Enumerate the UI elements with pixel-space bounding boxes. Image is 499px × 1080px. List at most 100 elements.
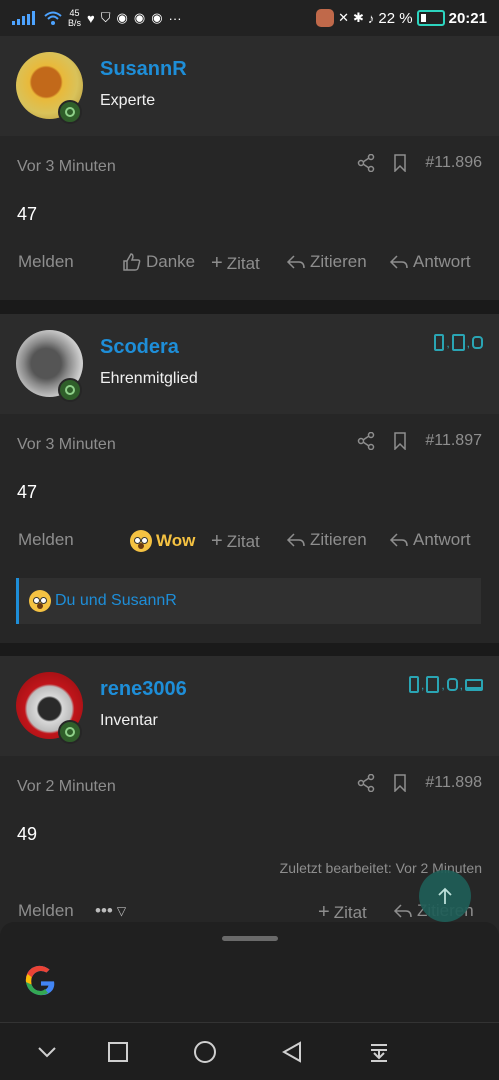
share-icon[interactable] bbox=[357, 774, 375, 792]
google-icon[interactable] bbox=[24, 964, 58, 998]
chrome-icon: ◉ bbox=[116, 10, 128, 25]
post-time[interactable]: Vor 3 Minuten bbox=[17, 436, 116, 454]
report-button[interactable]: Melden bbox=[18, 530, 74, 550]
watch-icon bbox=[446, 678, 458, 691]
drag-handle[interactable] bbox=[222, 936, 278, 941]
home-icon bbox=[194, 1041, 216, 1063]
clock: 20:21 bbox=[448, 9, 487, 27]
reply-button[interactable]: Antwort bbox=[389, 530, 471, 550]
username[interactable]: Scodera bbox=[100, 336, 179, 359]
post-number[interactable]: #11.896 bbox=[425, 154, 482, 172]
reaction-summary[interactable]: Du und SusannR bbox=[16, 578, 481, 624]
watch-icon bbox=[472, 336, 483, 349]
plus-icon: + bbox=[211, 252, 223, 274]
quote-label: Zitieren bbox=[310, 530, 367, 549]
do-not-disturb-icon: ♪ bbox=[367, 10, 375, 26]
bookmark-icon[interactable] bbox=[393, 432, 407, 450]
reply-button[interactable]: Antwort bbox=[389, 252, 471, 272]
quote-plus-label: Zitat bbox=[333, 902, 367, 922]
post-header: SusannR Experte bbox=[0, 36, 499, 136]
recents-button[interactable] bbox=[103, 1037, 133, 1067]
bluetooth-icon: ✱ bbox=[353, 10, 364, 25]
quote-button[interactable]: Zitieren bbox=[286, 530, 367, 550]
post: SusannR Experte Vor 3 Minuten #11.896 47… bbox=[0, 36, 499, 300]
signal-icon bbox=[12, 11, 35, 25]
home-button[interactable] bbox=[190, 1037, 220, 1067]
reply-icon bbox=[286, 255, 305, 269]
thumbs-up-icon bbox=[123, 253, 141, 271]
wifi-icon bbox=[44, 11, 62, 25]
username[interactable]: SusannR bbox=[100, 58, 187, 81]
system-navigation-bar bbox=[0, 1022, 499, 1080]
wow-emoji-icon bbox=[130, 530, 152, 552]
back-button[interactable] bbox=[277, 1037, 307, 1067]
more-label: ••• bbox=[95, 901, 113, 920]
device-separator: , bbox=[441, 677, 445, 692]
quote-button[interactable]: Zitieren bbox=[286, 252, 367, 272]
wow-reaction-button[interactable]: Wow bbox=[130, 530, 195, 552]
share-icon[interactable] bbox=[357, 432, 375, 450]
more-actions-button[interactable]: ••• ▽ bbox=[95, 901, 126, 921]
username[interactable]: rene3006 bbox=[100, 678, 187, 701]
wow-emoji-icon bbox=[29, 590, 51, 612]
app-notification-icon bbox=[316, 9, 335, 27]
reply-icon bbox=[389, 533, 408, 547]
wow-label: Wow bbox=[156, 531, 196, 550]
reply-icon bbox=[389, 255, 408, 269]
mute-icon: ✕ bbox=[338, 10, 350, 25]
post-actions: Melden Danke + Zitat Zitieren Antwort bbox=[0, 252, 499, 282]
bookmark-icon[interactable] bbox=[393, 774, 407, 792]
plus-icon: + bbox=[211, 530, 223, 552]
quote-plus-button[interactable]: + Zitat bbox=[211, 252, 260, 275]
device-icons: , , bbox=[434, 334, 483, 351]
post-content: 47 bbox=[17, 204, 38, 224]
quote-plus-button[interactable]: + Zitat bbox=[318, 901, 367, 924]
more-notifications-icon: ··· bbox=[168, 10, 182, 26]
tablet-icon bbox=[426, 676, 440, 693]
google-bottom-sheet[interactable] bbox=[0, 922, 499, 1022]
heart-icon: ♥ bbox=[87, 10, 95, 26]
smartphone-icon bbox=[434, 334, 445, 351]
notification-drawer-icon bbox=[371, 1044, 387, 1062]
chrome-icon: ◉ bbox=[133, 10, 146, 25]
report-button[interactable]: Melden bbox=[18, 252, 74, 272]
user-title: Inventar bbox=[100, 712, 158, 729]
tablet-icon bbox=[451, 334, 465, 351]
post-number[interactable]: #11.898 bbox=[425, 774, 482, 792]
report-button[interactable]: Melden bbox=[18, 901, 74, 921]
chevron-down-icon[interactable] bbox=[32, 1037, 62, 1067]
post-time[interactable]: Vor 3 Minuten bbox=[17, 158, 116, 176]
post-content: 49 bbox=[17, 824, 38, 844]
online-status-icon bbox=[58, 100, 82, 124]
online-status-icon bbox=[58, 720, 82, 744]
bookmark-icon[interactable] bbox=[393, 154, 407, 172]
network-speed: 45 B/s bbox=[68, 8, 82, 28]
post: Scodera Ehrenmitglied , , Vor 3 Minuten … bbox=[0, 314, 499, 643]
arrow-up-icon bbox=[438, 887, 452, 904]
notification-drawer-button[interactable] bbox=[364, 1037, 394, 1067]
thanks-button[interactable]: Danke bbox=[122, 252, 195, 272]
shield-icon: ⛉ bbox=[100, 10, 111, 25]
status-bar: 45 B/s ♥ ⛉ ◉ ◉ ◉ ··· ✕ ✱ ♪ 22 % 20:21 bbox=[0, 0, 499, 36]
reply-icon bbox=[393, 904, 412, 918]
back-icon bbox=[282, 1041, 301, 1063]
share-icon[interactable] bbox=[357, 154, 375, 172]
quote-label: Zitieren bbox=[310, 252, 367, 271]
smartphone-icon bbox=[408, 676, 419, 693]
user-title: Experte bbox=[100, 92, 156, 109]
laptop-icon bbox=[465, 678, 483, 691]
post-content: 47 bbox=[17, 482, 38, 502]
device-separator: , bbox=[459, 677, 463, 692]
thanks-label: Danke bbox=[146, 252, 196, 271]
battery-icon bbox=[416, 10, 445, 26]
quote-plus-label: Zitat bbox=[226, 253, 260, 273]
post-number[interactable]: #11.897 bbox=[425, 432, 482, 450]
chevron-down-icon: ▽ bbox=[116, 904, 127, 918]
device-icons: , , , bbox=[408, 676, 483, 693]
post-time[interactable]: Vor 2 Minuten bbox=[17, 778, 116, 796]
online-status-icon bbox=[58, 378, 82, 402]
scroll-to-top-button[interactable] bbox=[419, 870, 471, 922]
quote-plus-button[interactable]: + Zitat bbox=[211, 530, 260, 553]
device-separator: , bbox=[420, 677, 425, 692]
quote-plus-label: Zitat bbox=[226, 531, 260, 551]
